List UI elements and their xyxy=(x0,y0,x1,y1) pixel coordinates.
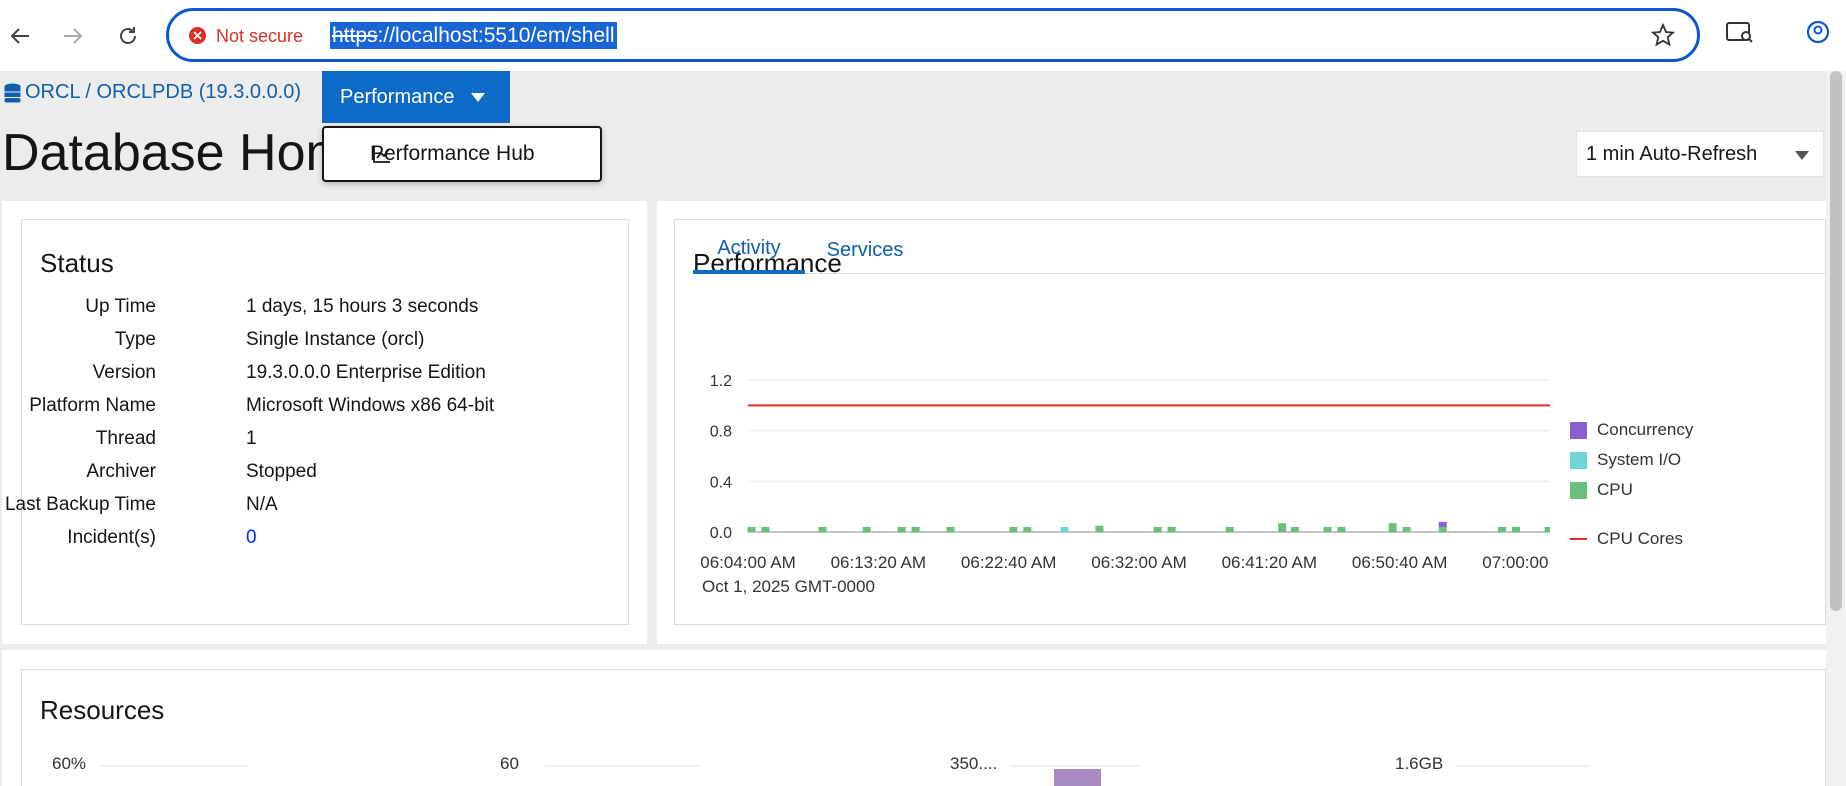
resources-bar xyxy=(1054,769,1101,786)
page-scrollbar-thumb[interactable] xyxy=(1830,71,1842,611)
resources-gridlines xyxy=(100,765,1590,786)
